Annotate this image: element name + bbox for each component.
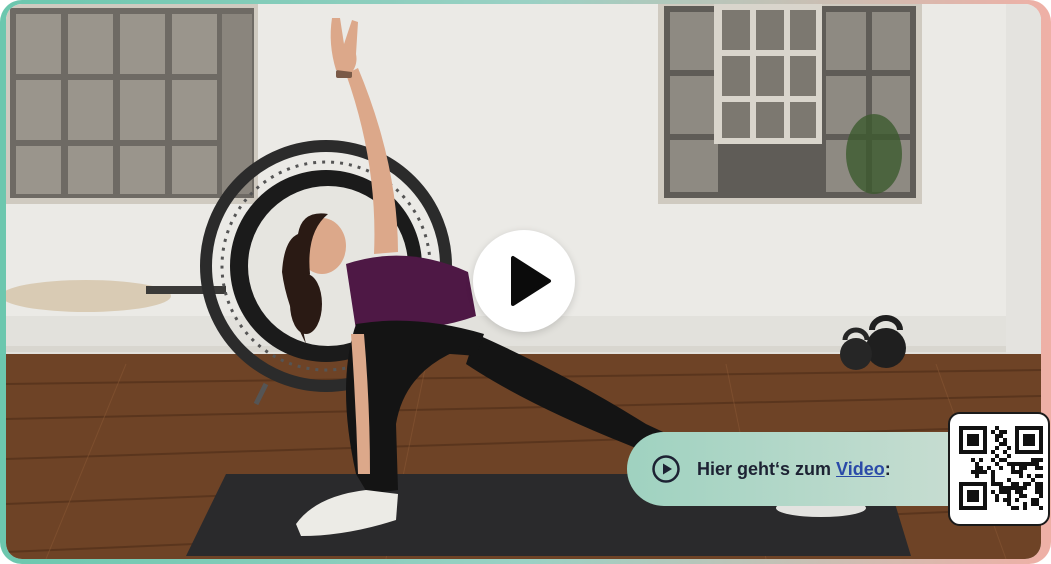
play-triangle-icon xyxy=(511,256,551,306)
qr-code[interactable] xyxy=(948,412,1050,526)
window-right xyxy=(658,4,922,204)
play-circle-icon xyxy=(652,455,680,483)
video-frame: Hier geht‘s zum Video: xyxy=(0,0,1051,564)
cta-text-prefix: Hier geht‘s zum xyxy=(697,459,837,479)
cta-text-suffix: : xyxy=(884,459,891,479)
play-button[interactable] xyxy=(473,230,575,332)
video-link[interactable]: Video xyxy=(836,459,885,479)
qr-code-icon xyxy=(959,426,1043,510)
video-cta-banner[interactable]: Hier geht‘s zum Video: xyxy=(627,432,957,506)
cta-text: Hier geht‘s zum Video: xyxy=(697,459,891,480)
window-left xyxy=(6,4,258,204)
